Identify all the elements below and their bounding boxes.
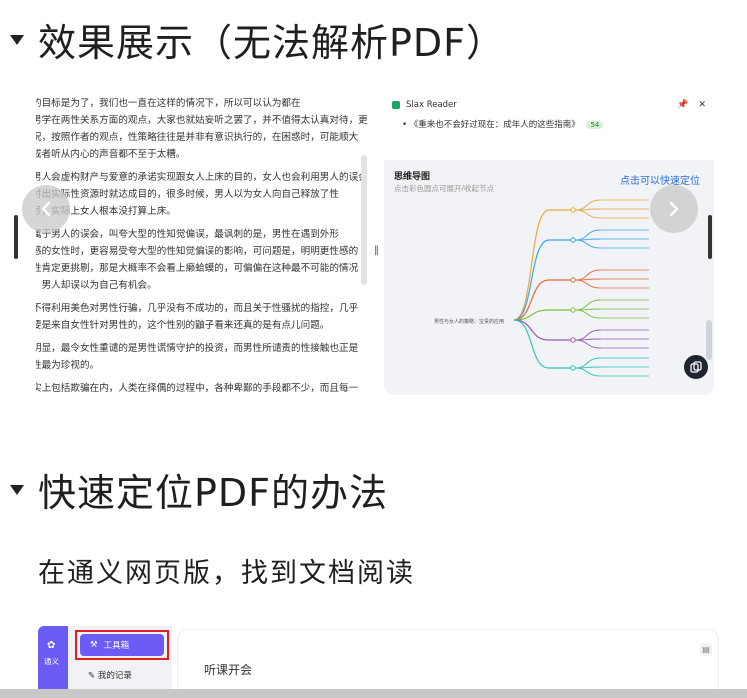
heading-text: 快速定位PDF的办法 <box>38 471 389 515</box>
brand-name: 通义 <box>44 657 59 666</box>
close-icon[interactable]: ✕ <box>698 100 706 110</box>
document-line: 明显，最令女性重谴的是男性谎情守护的投资，而男性所谴责的性接触也正是 <box>36 343 359 354</box>
document-line: 感的女性时，更容易受夸大型的性知觉偏误的影响，可问题是，明明更性感的 <box>36 246 359 257</box>
pdf-document-pane: 的目标是为了，我们也一直在这样的情况下，所以可以认为都在男学在两性关系方面的观点… <box>36 95 386 401</box>
document-line: 戒者听从内心的声音都不至于太糟。 <box>36 149 186 160</box>
mindmap-leaf-branch <box>574 199 602 211</box>
reader-header: Slax Reader 📌 ✕ <box>384 95 714 115</box>
quick-locate-link[interactable]: 点击可以快速定位 <box>620 172 700 187</box>
document-line: 不得利用美色对男性行骗，几乎没有不成功的，而且关于性骚扰的指控，几乎 <box>36 303 359 314</box>
mindmap-leaf-branch <box>574 367 602 377</box>
left-edge-handle <box>14 215 18 259</box>
document-line: 号，实际上女人根本没打算上床。 <box>36 206 176 217</box>
mindmap-node-dot[interactable] <box>570 365 576 371</box>
carousel-next-button[interactable] <box>650 185 698 233</box>
mindmap-leaf-branch <box>574 357 602 369</box>
mindmap-node-dot[interactable] <box>570 237 576 243</box>
reader-bookmark-link[interactable]: • 《重来也不会好过现在：成年人的这些指南》 54 <box>384 115 714 160</box>
mindmap-branch <box>513 319 550 341</box>
chevron-left-icon <box>41 201 51 217</box>
document-line: 付出实际性资源时就达成目的，很多时候，男人以为女人向自己释放了性 <box>36 189 339 200</box>
highlight-box <box>75 630 169 660</box>
carousel-prev-button[interactable] <box>22 185 70 233</box>
mindmap-leaf-branch <box>574 229 602 241</box>
document-line: 属于男人的误会，叫夸大型的性知觉偏误，最讽刺的是，男性在遇到外形 <box>36 229 339 240</box>
tongyi-screenshot: ✿ 通义 ⚒ 工具箱 ✎ 我的记录 听课开会 ▤ <box>38 620 718 698</box>
document-line: 男人会虚构财产与爱意的承诺实现跟女人上床的目的，女人也会利用男人的误会 <box>36 172 368 183</box>
image-carousel: 的目标是为了，我们也一直在这样的情况下，所以可以认为都在男学在两性关系方面的观点… <box>14 95 714 405</box>
mindmap-root-node[interactable]: 男性与女人的策略：宝贵的应用 <box>434 318 504 325</box>
pin-icon[interactable]: 📌 <box>677 100 688 110</box>
main-content-area: 听课开会 ▤ <box>178 630 718 698</box>
main-title: 听课开会 <box>204 663 253 677</box>
chevron-right-icon <box>669 201 679 217</box>
reader-scrollbar[interactable] <box>706 320 712 360</box>
mindmap-branch <box>513 209 550 321</box>
mindmap-leaf-branch <box>574 309 602 319</box>
document-line: ，男人却误以为自己有机会。 <box>36 280 157 291</box>
section-heading-demo[interactable]: 效果展示（无法解析PDF） <box>0 12 505 67</box>
document-icon[interactable]: ▤ <box>700 644 712 656</box>
mindmap-leaf-branch <box>574 279 602 289</box>
mindmap-branch <box>513 239 550 321</box>
mindmap-node-dot[interactable] <box>570 207 576 213</box>
my-record-label: 我的记录 <box>97 671 132 681</box>
mindmap-title: 思维导图 <box>394 172 431 182</box>
mindmap-leaf-branch <box>574 299 602 311</box>
bottom-scroll-strip <box>0 689 747 698</box>
slax-logo-icon <box>392 101 400 109</box>
my-record-item[interactable]: ✎ 我的记录 <box>88 669 132 681</box>
tongyi-logo-icon: ✿ <box>47 640 56 651</box>
mindmap-leaf-branch <box>574 339 602 349</box>
document-line: 的目标是为了，我们也一直在这样的情况下，所以可以认为都在 <box>36 98 301 109</box>
slax-reader-panel: Slax Reader 📌 ✕ • 《重来也不会好过现在：成年人的这些指南》 5… <box>384 95 714 395</box>
bookmark-badge: 54 <box>586 121 604 129</box>
splitter-handle-icon[interactable]: ‖ <box>374 245 379 256</box>
document-line: 性肯定更挑剔，那是大概率不会看上癞蛤蟆的，可偏偏在这种最不可能的情况 <box>36 263 359 274</box>
mindmap-leaf-branch <box>574 209 602 219</box>
document-line: 要是来自女性针对男性的，这个性别的鼬子看来还真的是有点儿问题。 <box>36 320 330 331</box>
mindmap-leaf-branch <box>574 329 602 341</box>
mindmap-node-dot[interactable] <box>570 307 576 313</box>
mindmap-node-dot[interactable] <box>570 277 576 283</box>
document-line: 实上包括欺骗在内，人类在择偶的过程中，各种卑鄙的手段都不少，而且每一 <box>36 383 359 394</box>
heading-text: 效果展示（无法解析PDF） <box>38 21 506 65</box>
copy-floating-button[interactable] <box>684 355 708 379</box>
section-heading-locate[interactable]: 快速定位PDF的办法 <box>0 462 388 517</box>
app-sidebar: ✿ 通义 <box>38 626 68 698</box>
record-icon: ✎ <box>88 671 96 681</box>
mindmap-branch <box>513 279 550 321</box>
mindmap-branch <box>513 319 550 369</box>
bookmark-text: 《重来也不会好过现在：成年人的这些指南》 <box>409 120 580 130</box>
document-line: 况，按照作者的观点，性策略往往是并非有意识执行的，在困惑时，可能顺大 <box>36 132 359 143</box>
instruction-text: 在通义网页版，找到文档阅读 <box>38 558 415 589</box>
collapse-triangle-icon[interactable] <box>10 34 24 45</box>
right-edge-handle <box>708 215 712 259</box>
copy-icon <box>690 361 702 373</box>
mindmap-node-dot[interactable] <box>570 337 576 343</box>
collapse-triangle-icon[interactable] <box>10 484 24 495</box>
document-scrollbar[interactable] <box>361 155 367 285</box>
document-line: 男学在两性关系方面的观点，大家也就姑妄听之罢了，并不值得太认真对待，更 <box>36 115 368 126</box>
reader-app-name: Slax Reader <box>406 100 457 110</box>
document-line: 性最为珍视的。 <box>36 360 100 371</box>
mindmap-leaf-branch <box>574 269 602 281</box>
mindmap-leaf-branch <box>574 239 602 249</box>
